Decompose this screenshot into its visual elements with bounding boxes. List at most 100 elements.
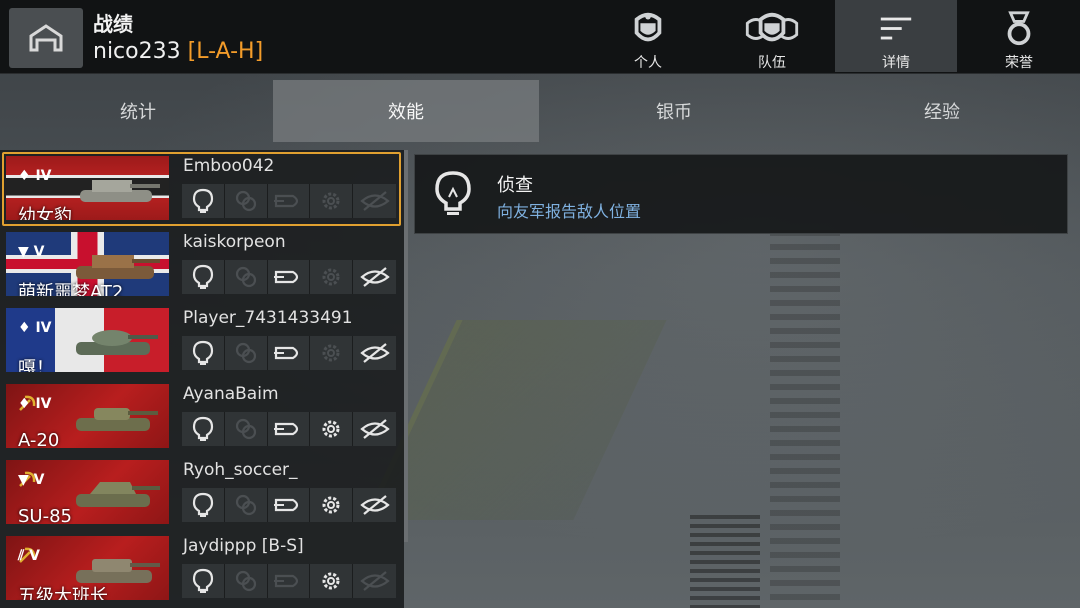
armor-block-icon — [359, 419, 390, 439]
assist-achievement — [224, 564, 268, 598]
detail-description: 向友军报告敌人位置 — [497, 202, 642, 221]
player-name: Emboo042 — [183, 156, 275, 176]
tank-name: 萌新噩梦AT2 — [18, 282, 124, 296]
repair-achievement — [310, 260, 354, 294]
assist-achievement — [224, 488, 268, 522]
block-achievement — [353, 336, 396, 370]
list-item[interactable]: ♦ IV 嘎！ Player_7431433491 — [0, 302, 404, 378]
tab-silver[interactable]: 银币 — [540, 80, 808, 142]
spot-achievement — [182, 564, 225, 598]
repair-achievement — [310, 564, 354, 598]
nav-label: 详情 — [882, 55, 910, 71]
nav-personal[interactable]: 个人 — [587, 0, 709, 72]
repair-achievement — [310, 336, 354, 370]
armor-block-icon — [359, 495, 390, 515]
spot-achievement — [182, 260, 225, 294]
gear-icon — [322, 496, 340, 514]
player-name: kaiskorpeon — [183, 232, 286, 252]
list-item[interactable]: ▼ V SU-85 Ryoh_soccer_ — [0, 454, 404, 530]
repair-achievement — [310, 412, 354, 446]
tank-tier: ⫽ V — [18, 548, 40, 564]
damage-achievement — [267, 260, 311, 294]
block-achievement — [353, 260, 396, 294]
player-identity: nico233 [L-A-H] — [93, 38, 263, 66]
tank-name: 五级大班长 — [18, 586, 108, 600]
hangar-home-button[interactable] — [9, 8, 83, 68]
shell-icon — [274, 498, 299, 512]
tank-icon — [76, 330, 158, 355]
assist-achievement — [224, 184, 268, 218]
achievement-icons — [182, 184, 396, 218]
nation-flag-france: ♦ IV 嘎！ — [6, 308, 169, 372]
nav-label: 个人 — [634, 55, 662, 71]
tank-name: 嘎！ — [18, 358, 54, 372]
spot-achievement — [182, 412, 225, 446]
shell-icon — [274, 346, 299, 360]
assist-link-icon — [235, 342, 256, 364]
nation-flag-ussr: ⫽ V 五级大班长 — [6, 536, 169, 600]
spot-achievement — [182, 184, 225, 218]
tank-icon — [76, 482, 160, 507]
block-achievement — [353, 184, 396, 218]
lightbulb-icon — [192, 264, 213, 289]
list-item[interactable]: ▼ V 萌新噩梦AT2 kaiskorpeon — [0, 226, 404, 302]
gear-icon — [322, 344, 340, 362]
nation-flag-germany: ♦ IV 幼女豹 — [6, 156, 169, 220]
list-item[interactable]: ⫽ V 五级大班长 Jaydippp [B-S] — [0, 530, 404, 606]
tank-tier: ▼ V — [18, 244, 45, 260]
home-icon — [29, 24, 63, 52]
tab-efficiency[interactable]: 效能 — [273, 80, 539, 142]
list-scrollbar[interactable] — [404, 150, 408, 542]
tank-tier: ▼ V — [18, 472, 45, 488]
repair-achievement — [310, 488, 354, 522]
block-achievement — [353, 564, 396, 598]
nation-flag-ussr: ▼ V SU-85 — [6, 460, 169, 524]
lightbulb-icon — [192, 188, 213, 213]
damage-achievement — [267, 564, 311, 598]
tab-experience[interactable]: 经验 — [808, 80, 1076, 142]
spot-achievement — [182, 488, 225, 522]
tank-name: A-20 — [18, 430, 60, 448]
nav-team[interactable]: 队伍 — [711, 0, 833, 72]
top-bar: 战绩 nico233 [L-A-H] 个人 队伍 详情 荣誉 — [0, 0, 1080, 74]
lightbulb-icon — [192, 568, 213, 593]
assist-achievement — [224, 336, 268, 370]
assist-link-icon — [235, 190, 256, 212]
details-lines-icon — [880, 17, 912, 40]
tank-tier: ♦ IV — [18, 168, 52, 184]
player-list[interactable]: ♦ IV 幼女豹 Emboo042 ▼ V 萌新噩梦AT2 kaiskorpeo… — [0, 150, 404, 608]
nav-honors[interactable]: 荣誉 — [958, 0, 1080, 72]
player-name: Player_7431433491 — [183, 308, 353, 328]
player-helmet-icon — [634, 12, 662, 42]
lightbulb-icon — [435, 171, 471, 215]
tank-tier: ♦ IV — [18, 396, 52, 412]
nation-flag-ussr: ♦ IV A-20 — [6, 384, 169, 448]
armor-block-icon — [359, 343, 390, 363]
tank-tier: ♦ IV — [18, 320, 52, 336]
block-achievement — [353, 488, 396, 522]
list-item[interactable]: ♦ IV 幼女豹 Emboo042 — [0, 150, 404, 226]
lightbulb-icon — [192, 416, 213, 441]
team-helmets-icon — [745, 12, 799, 42]
achievement-icons — [182, 336, 396, 370]
achievement-icons — [182, 488, 396, 522]
shell-icon — [274, 422, 299, 436]
repair-achievement — [310, 184, 354, 218]
assist-achievement — [224, 412, 268, 446]
spot-achievement — [182, 336, 225, 370]
list-item[interactable]: ♦ IV A-20 AyanaBaim — [0, 378, 404, 454]
tank-icon — [76, 408, 158, 431]
damage-achievement — [267, 184, 311, 218]
achievement-icons — [182, 564, 396, 598]
armor-block-icon — [359, 571, 390, 591]
assist-link-icon — [235, 266, 256, 288]
damage-achievement — [267, 336, 311, 370]
armor-block-icon — [359, 267, 390, 287]
achievement-icons — [182, 412, 396, 446]
tank-icon — [80, 180, 160, 202]
damage-achievement — [267, 412, 311, 446]
tab-stats[interactable]: 统计 — [4, 80, 272, 142]
nav-details[interactable]: 详情 — [835, 0, 957, 72]
tank-name: 幼女豹 — [18, 206, 72, 220]
achievement-detail-card: 侦查 向友军报告敌人位置 — [414, 154, 1068, 234]
